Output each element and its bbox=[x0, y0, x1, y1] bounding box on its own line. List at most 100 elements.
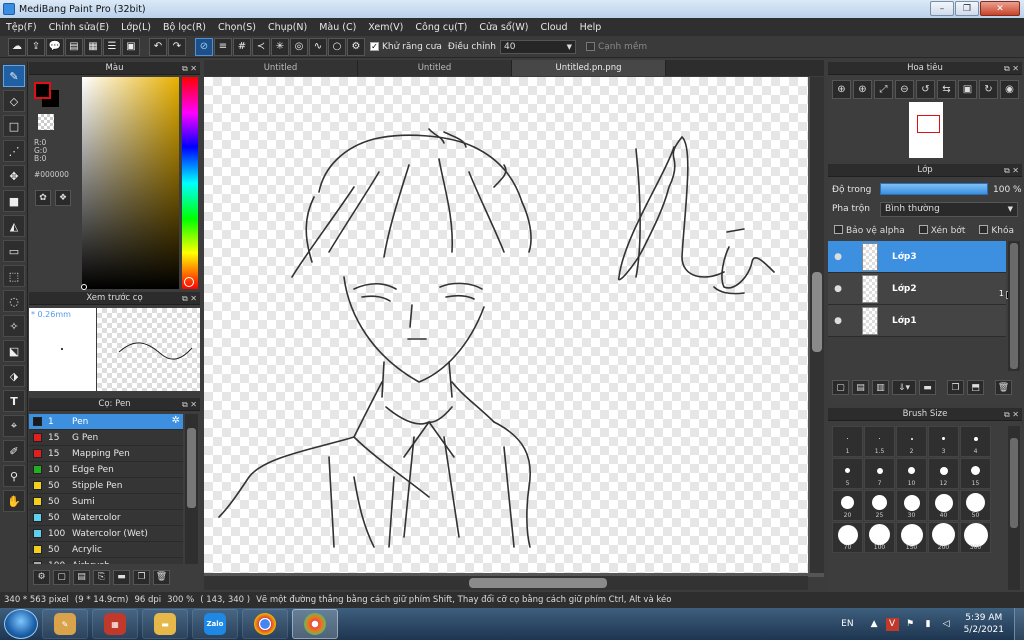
layer-item-1[interactable]: ● Lớp1 bbox=[828, 305, 1006, 337]
clock[interactable]: 5:39 AM 5/2/2021 bbox=[964, 612, 1004, 636]
menu-window[interactable]: Cửa sổ(W) bbox=[473, 22, 534, 33]
radial-snap-icon[interactable]: ✳ bbox=[271, 37, 289, 56]
lock-option[interactable]: Khóa bbox=[979, 225, 1014, 236]
navigator-thumbnail[interactable] bbox=[909, 102, 943, 158]
hue-slider[interactable] bbox=[182, 77, 198, 289]
brush-size-cell[interactable]: 12 bbox=[928, 458, 959, 489]
flip-icon[interactable]: ⇆ bbox=[937, 80, 956, 99]
dot-tool-icon[interactable]: ⋰ bbox=[3, 140, 25, 162]
reset-view-icon[interactable]: ◉ bbox=[1000, 80, 1019, 99]
grid-export-icon[interactable]: ▣ bbox=[122, 37, 140, 56]
menu-select[interactable]: Chọn(S) bbox=[212, 22, 262, 33]
parallel-snap-icon[interactable]: ≡ bbox=[214, 37, 232, 56]
panel-close-icon[interactable]: ⧉ ✕ bbox=[182, 398, 197, 411]
brush-size-cell[interactable]: 150 bbox=[896, 522, 927, 553]
crisscross-snap-icon[interactable]: # bbox=[233, 37, 251, 56]
menu-layer[interactable]: Lớp(L) bbox=[115, 22, 157, 33]
brush-size-cell[interactable]: 25 bbox=[864, 490, 895, 521]
antivirus-icon[interactable]: V bbox=[885, 617, 899, 631]
foreground-color-swatch[interactable] bbox=[34, 82, 51, 99]
share-icon[interactable]: ⇪ bbox=[27, 37, 45, 56]
divide-tool-icon[interactable]: ✐ bbox=[3, 440, 25, 462]
snap-settings-icon[interactable]: ⚙ bbox=[347, 37, 365, 56]
list-item[interactable]: 10 Edge Pen bbox=[29, 462, 183, 478]
rotate-right-icon[interactable]: ↻ bbox=[979, 80, 998, 99]
taskbar-medibang-app[interactable] bbox=[292, 609, 338, 639]
panel-close-icon[interactable]: ⧉ ✕ bbox=[1004, 164, 1019, 177]
canvas-horizontal-scrollbar[interactable] bbox=[204, 576, 808, 590]
menu-edit[interactable]: Chỉnh sửa(E) bbox=[43, 22, 116, 33]
antialias-checkbox[interactable]: ✓ bbox=[370, 42, 379, 51]
cloud-icon[interactable]: ☁ bbox=[8, 37, 26, 56]
eyedropper-tool-icon[interactable]: ⚲ bbox=[3, 465, 25, 487]
tab-untitled-png[interactable]: Untitled.pn.png bbox=[512, 60, 666, 76]
canvas-vertical-scrollbar[interactable] bbox=[810, 77, 824, 573]
rotate-left-icon[interactable]: ↺ bbox=[916, 80, 935, 99]
brush-size-cell[interactable]: 10 bbox=[896, 458, 927, 489]
taskbar-grid-app[interactable]: ▦ bbox=[92, 609, 138, 639]
list-item[interactable]: 50 Sumi bbox=[29, 494, 183, 510]
list-item[interactable]: 50 Acrylic bbox=[29, 542, 183, 558]
language-indicator[interactable]: EN bbox=[841, 619, 853, 629]
select-rect-tool-icon[interactable]: ⬚ bbox=[3, 265, 25, 287]
minimize-button[interactable]: – bbox=[930, 1, 954, 16]
brush-size-cell[interactable]: 40 bbox=[928, 490, 959, 521]
copy-brush-icon[interactable]: ⎘ bbox=[93, 569, 110, 585]
tab-untitled-2[interactable]: Untitled bbox=[358, 60, 512, 76]
brush-size-cell[interactable]: 50 bbox=[960, 490, 991, 521]
curve-snap-icon[interactable]: ∿ bbox=[309, 37, 327, 56]
flag-icon[interactable]: ⚑ bbox=[904, 618, 917, 631]
network-icon[interactable]: ▮ bbox=[922, 618, 935, 631]
gradient-tool-icon[interactable]: ▭ bbox=[3, 240, 25, 262]
list-item[interactable]: 100 Watercolor (Wet) bbox=[29, 526, 183, 542]
menu-snap[interactable]: Chụp(N) bbox=[262, 22, 313, 33]
redo-icon[interactable]: ↷ bbox=[168, 37, 186, 56]
navigator-viewport[interactable] bbox=[917, 115, 940, 133]
zoom-in-alt-icon[interactable]: ⊕ bbox=[853, 80, 872, 99]
bucket-tool-icon[interactable]: ◭ bbox=[3, 215, 25, 237]
fit-screen-icon[interactable]: ⤢ bbox=[874, 80, 893, 99]
brush-size-cell[interactable]: 4 bbox=[960, 426, 991, 457]
panel-close-icon[interactable]: ⧉ ✕ bbox=[182, 62, 197, 75]
brush-size-cell[interactable]: 7 bbox=[864, 458, 895, 489]
color-settings-icon[interactable]: ❖ bbox=[55, 190, 71, 206]
protect-alpha-checkbox[interactable] bbox=[834, 225, 843, 234]
clip-option[interactable]: Xén bớt bbox=[918, 225, 965, 236]
page-icon[interactable]: ▦ bbox=[84, 37, 102, 56]
trash-icon[interactable]: 🗑 bbox=[153, 569, 170, 585]
list-item[interactable]: 1 Pen ✲ bbox=[29, 414, 183, 430]
show-desktop-button[interactable] bbox=[1014, 608, 1024, 640]
add-brush-icon[interactable]: ▤ bbox=[73, 569, 90, 585]
brush-size-cell[interactable]: 30 bbox=[896, 490, 927, 521]
hand-tool-icon[interactable]: ✋ bbox=[3, 490, 25, 512]
chat-icon[interactable]: ▤ bbox=[65, 37, 83, 56]
vanishing-snap-icon[interactable]: ≺ bbox=[252, 37, 270, 56]
list-item[interactable]: 50 Stipple Pen bbox=[29, 478, 183, 494]
gear-icon[interactable]: ✲ bbox=[172, 415, 180, 426]
menu-cloud[interactable]: Cloud bbox=[534, 22, 573, 33]
layer-item-3[interactable]: ● Lớp3 ⚙ bbox=[828, 241, 1020, 273]
eye-icon[interactable]: ● bbox=[828, 316, 848, 326]
opacity-slider[interactable] bbox=[880, 183, 988, 195]
list-item[interactable]: 100Airbrush bbox=[29, 558, 183, 564]
new-brush-icon[interactable]: ▢ bbox=[53, 569, 70, 585]
menu-tools[interactable]: Công cụ(T) bbox=[409, 22, 473, 33]
eye-icon[interactable]: ● bbox=[828, 284, 848, 294]
restore-button[interactable]: ❐ bbox=[955, 1, 979, 16]
brush-size-cell[interactable]: 3 bbox=[928, 426, 959, 457]
rectangle-tool-icon[interactable]: □ bbox=[3, 115, 25, 137]
brush-size-cell[interactable]: 200 bbox=[928, 522, 959, 553]
layer-scrollbar[interactable] bbox=[1008, 241, 1020, 371]
move-tool-icon[interactable]: ✥ bbox=[3, 165, 25, 187]
text-tool-icon[interactable]: T bbox=[3, 390, 25, 412]
close-button[interactable]: ✕ bbox=[980, 1, 1020, 16]
lock-checkbox[interactable] bbox=[979, 225, 989, 234]
brush-size-cell[interactable]: 20 bbox=[832, 490, 863, 521]
eraser-tool-icon[interactable]: ◇ bbox=[3, 90, 25, 112]
transparent-swatch[interactable] bbox=[38, 114, 54, 130]
trash-icon[interactable]: 🗑 bbox=[995, 380, 1012, 395]
new-layer-icon[interactable]: ▢ bbox=[832, 380, 849, 395]
circle-snap-icon[interactable]: ◎ bbox=[290, 37, 308, 56]
eye-icon[interactable]: ● bbox=[828, 252, 848, 262]
duplicate-layer-icon[interactable]: ❐ bbox=[947, 380, 964, 395]
